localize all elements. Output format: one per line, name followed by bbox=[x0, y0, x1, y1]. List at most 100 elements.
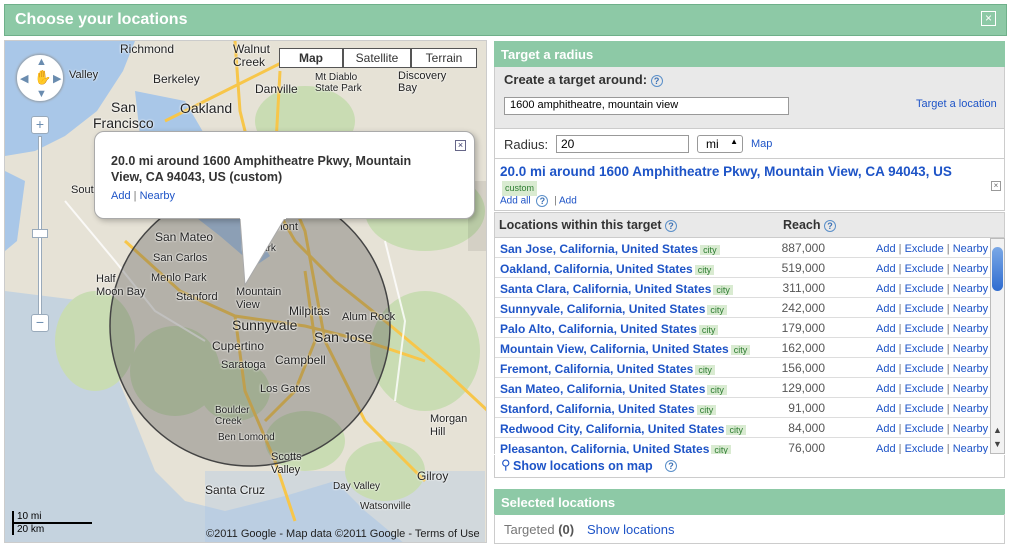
exclude-link[interactable]: Exclude bbox=[905, 423, 944, 435]
help-icon[interactable]: ? bbox=[536, 195, 549, 207]
location-name-link[interactable]: Pleasanton, California, United States cit… bbox=[500, 442, 731, 454]
location-name-link[interactable]: Sunnyvale, California, United States city bbox=[500, 302, 727, 316]
separator: | bbox=[898, 403, 902, 415]
help-icon[interactable]: ? bbox=[665, 460, 677, 472]
zoom-in-button[interactable]: + bbox=[31, 116, 49, 134]
zoom-out-button[interactable]: − bbox=[31, 314, 49, 332]
exclude-link[interactable]: Exclude bbox=[905, 303, 944, 315]
help-icon[interactable]: ? bbox=[824, 219, 837, 232]
nearby-link[interactable]: Nearby bbox=[953, 443, 988, 454]
radius-label: Radius: bbox=[504, 137, 549, 152]
add-link[interactable]: Add bbox=[876, 243, 896, 255]
pan-right-icon[interactable]: ▶ bbox=[53, 72, 61, 85]
add-link[interactable]: Add bbox=[876, 323, 896, 335]
location-name-link[interactable]: Santa Clara, California, United States ci… bbox=[500, 282, 733, 296]
add-link[interactable]: Add bbox=[876, 383, 896, 395]
location-name-link[interactable]: Palo Alto, California, United States city bbox=[500, 322, 719, 336]
map-place: Campbell bbox=[275, 353, 326, 367]
show-locations-link[interactable]: Show locations bbox=[587, 522, 674, 537]
nearby-link[interactable]: Nearby bbox=[953, 343, 988, 355]
radius-result: 20.0 mi around 1600 Amphitheatre Pkwy, M… bbox=[494, 158, 1005, 212]
nearby-link[interactable]: Nearby bbox=[953, 283, 988, 295]
add-link[interactable]: Add bbox=[876, 423, 896, 435]
show-locations-on-map-link[interactable]: Show locations on map bbox=[513, 459, 653, 473]
locations-list[interactable]: San Jose, California, United States city 8… bbox=[494, 238, 990, 454]
dialog-header: Choose your locations × bbox=[4, 4, 1007, 36]
radius-input[interactable]: 20 bbox=[556, 135, 689, 153]
help-icon[interactable]: ? bbox=[665, 219, 677, 232]
pan-down-icon[interactable]: ▼ bbox=[36, 88, 47, 100]
bubble-close-icon[interactable]: × bbox=[455, 140, 466, 151]
scroll-up-icon[interactable]: ▲ bbox=[991, 425, 1004, 435]
nearby-link[interactable]: Nearby bbox=[953, 263, 988, 275]
map-copyright[interactable]: ©2011 Google - Map data ©2011 Google - T… bbox=[206, 528, 480, 540]
add-link[interactable]: Add bbox=[876, 263, 896, 275]
add-link[interactable]: Add bbox=[559, 196, 577, 207]
location-name: Oakland, California, United States bbox=[500, 262, 693, 276]
map-type-satellite-button[interactable]: Satellite bbox=[343, 48, 411, 68]
exclude-link[interactable]: Exclude bbox=[905, 283, 944, 295]
location-name-link[interactable]: Redwood City, California, United States c… bbox=[500, 422, 746, 436]
exclude-link[interactable]: Exclude bbox=[905, 343, 944, 355]
map-type-map-button[interactable]: Map bbox=[279, 48, 343, 68]
exclude-link[interactable]: Exclude bbox=[905, 383, 944, 395]
exclude-link[interactable]: Exclude bbox=[905, 443, 944, 454]
exclude-link[interactable]: Exclude bbox=[905, 323, 944, 335]
separator: | bbox=[946, 303, 950, 315]
location-name-link[interactable]: San Jose, California, United States city bbox=[500, 242, 720, 256]
pan-left-icon[interactable]: ◀ bbox=[20, 72, 28, 85]
table-row: Oakland, California, United States city 51… bbox=[495, 258, 990, 278]
add-link[interactable]: Add bbox=[876, 303, 896, 315]
location-name-link[interactable]: Stanford, California, United States city bbox=[500, 402, 717, 416]
target-location-link[interactable]: Target a location bbox=[916, 98, 997, 110]
nearby-link[interactable]: Nearby bbox=[953, 243, 988, 255]
map-link[interactable]: Map bbox=[751, 138, 772, 150]
help-icon[interactable]: ? bbox=[650, 74, 663, 87]
exclude-link[interactable]: Exclude bbox=[905, 403, 944, 415]
location-name-link[interactable]: Mountain View, California, United States… bbox=[500, 342, 751, 356]
address-input[interactable]: 1600 amphitheatre, mountain view bbox=[504, 97, 789, 115]
nearby-link[interactable]: Nearby bbox=[953, 403, 988, 415]
add-link[interactable]: Add bbox=[876, 363, 896, 375]
exclude-link[interactable]: Exclude bbox=[905, 363, 944, 375]
add-all-link[interactable]: Add all bbox=[500, 196, 531, 207]
targeted-number: (0) bbox=[558, 522, 575, 537]
nearby-link[interactable]: Nearby bbox=[953, 383, 988, 395]
separator: | bbox=[898, 323, 902, 335]
exclude-link[interactable]: Exclude bbox=[905, 243, 944, 255]
add-link[interactable]: Add bbox=[876, 443, 896, 454]
pan-up-icon[interactable]: ▲ bbox=[36, 56, 47, 68]
pan-control[interactable]: ▲ ▼ ◀ ▶ ✋ bbox=[16, 54, 64, 102]
scroll-down-icon[interactable]: ▼ bbox=[991, 439, 1004, 449]
remove-result-icon[interactable]: × bbox=[991, 181, 1001, 191]
location-name: Palo Alto, California, United States bbox=[500, 322, 697, 336]
add-link[interactable]: Add bbox=[876, 403, 896, 415]
map-type-terrain-button[interactable]: Terrain bbox=[411, 48, 477, 68]
nearby-link[interactable]: Nearby bbox=[953, 323, 988, 335]
add-link[interactable]: Add bbox=[876, 343, 896, 355]
add-link[interactable]: Add bbox=[876, 283, 896, 295]
map-place: Mountain View bbox=[236, 286, 282, 311]
city-badge: city bbox=[730, 345, 751, 355]
close-icon[interactable]: × bbox=[981, 11, 996, 26]
nearby-link[interactable]: Nearby bbox=[953, 423, 988, 435]
list-scrollbar[interactable]: ▲ ▼ bbox=[990, 238, 1005, 454]
location-name-link[interactable]: Oakland, California, United States city bbox=[500, 262, 715, 276]
scrollbar-thumb[interactable] bbox=[992, 247, 1003, 291]
result-title[interactable]: 20.0 mi around 1600 Amphitheatre Pkwy, M… bbox=[500, 164, 990, 196]
nearby-link[interactable]: Nearby bbox=[953, 303, 988, 315]
map-view[interactable]: Richmond Walnut Creek Mt Diablo State Pa… bbox=[4, 40, 487, 543]
location-name-link[interactable]: San Mateo, California, United States city bbox=[500, 382, 727, 396]
location-name-link[interactable]: Fremont, California, United States city bbox=[500, 362, 715, 376]
unit-select[interactable]: mi ▲ bbox=[697, 135, 743, 153]
bubble-nearby-link[interactable]: Nearby bbox=[140, 190, 175, 202]
bubble-add-link[interactable]: Add bbox=[111, 190, 131, 202]
separator: | bbox=[898, 343, 902, 355]
nearby-link[interactable]: Nearby bbox=[953, 363, 988, 375]
reach-value: 156,000 bbox=[781, 361, 825, 375]
zoom-slider-handle[interactable] bbox=[32, 229, 48, 238]
row-actions: Add | Exclude | Nearby bbox=[876, 283, 988, 295]
exclude-link[interactable]: Exclude bbox=[905, 263, 944, 275]
row-actions: Add | Exclude | Nearby bbox=[876, 303, 988, 315]
reach-value: 76,000 bbox=[788, 441, 825, 454]
